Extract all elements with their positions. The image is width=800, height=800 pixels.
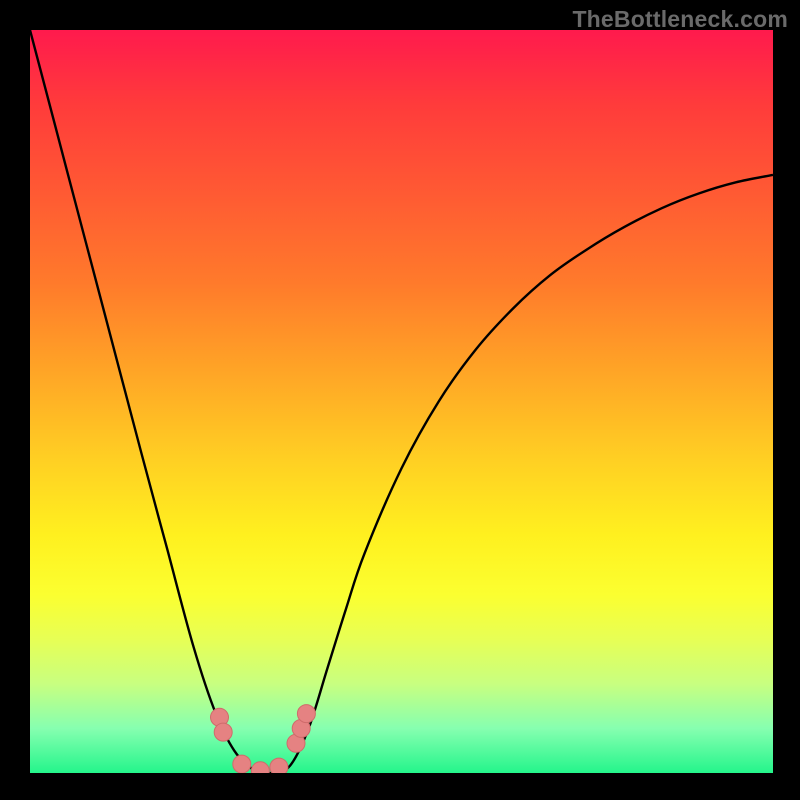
marker-point — [214, 723, 232, 741]
bottleneck-chart-svg — [30, 30, 773, 773]
marker-point — [270, 758, 288, 773]
chart-frame: TheBottleneck.com — [0, 0, 800, 800]
highlighted-points-group — [211, 705, 316, 773]
bottleneck-curve — [30, 30, 773, 773]
marker-point — [251, 762, 269, 773]
plot-area — [30, 30, 773, 773]
marker-point — [297, 705, 315, 723]
watermark-text: TheBottleneck.com — [572, 6, 788, 33]
marker-point — [233, 755, 251, 773]
